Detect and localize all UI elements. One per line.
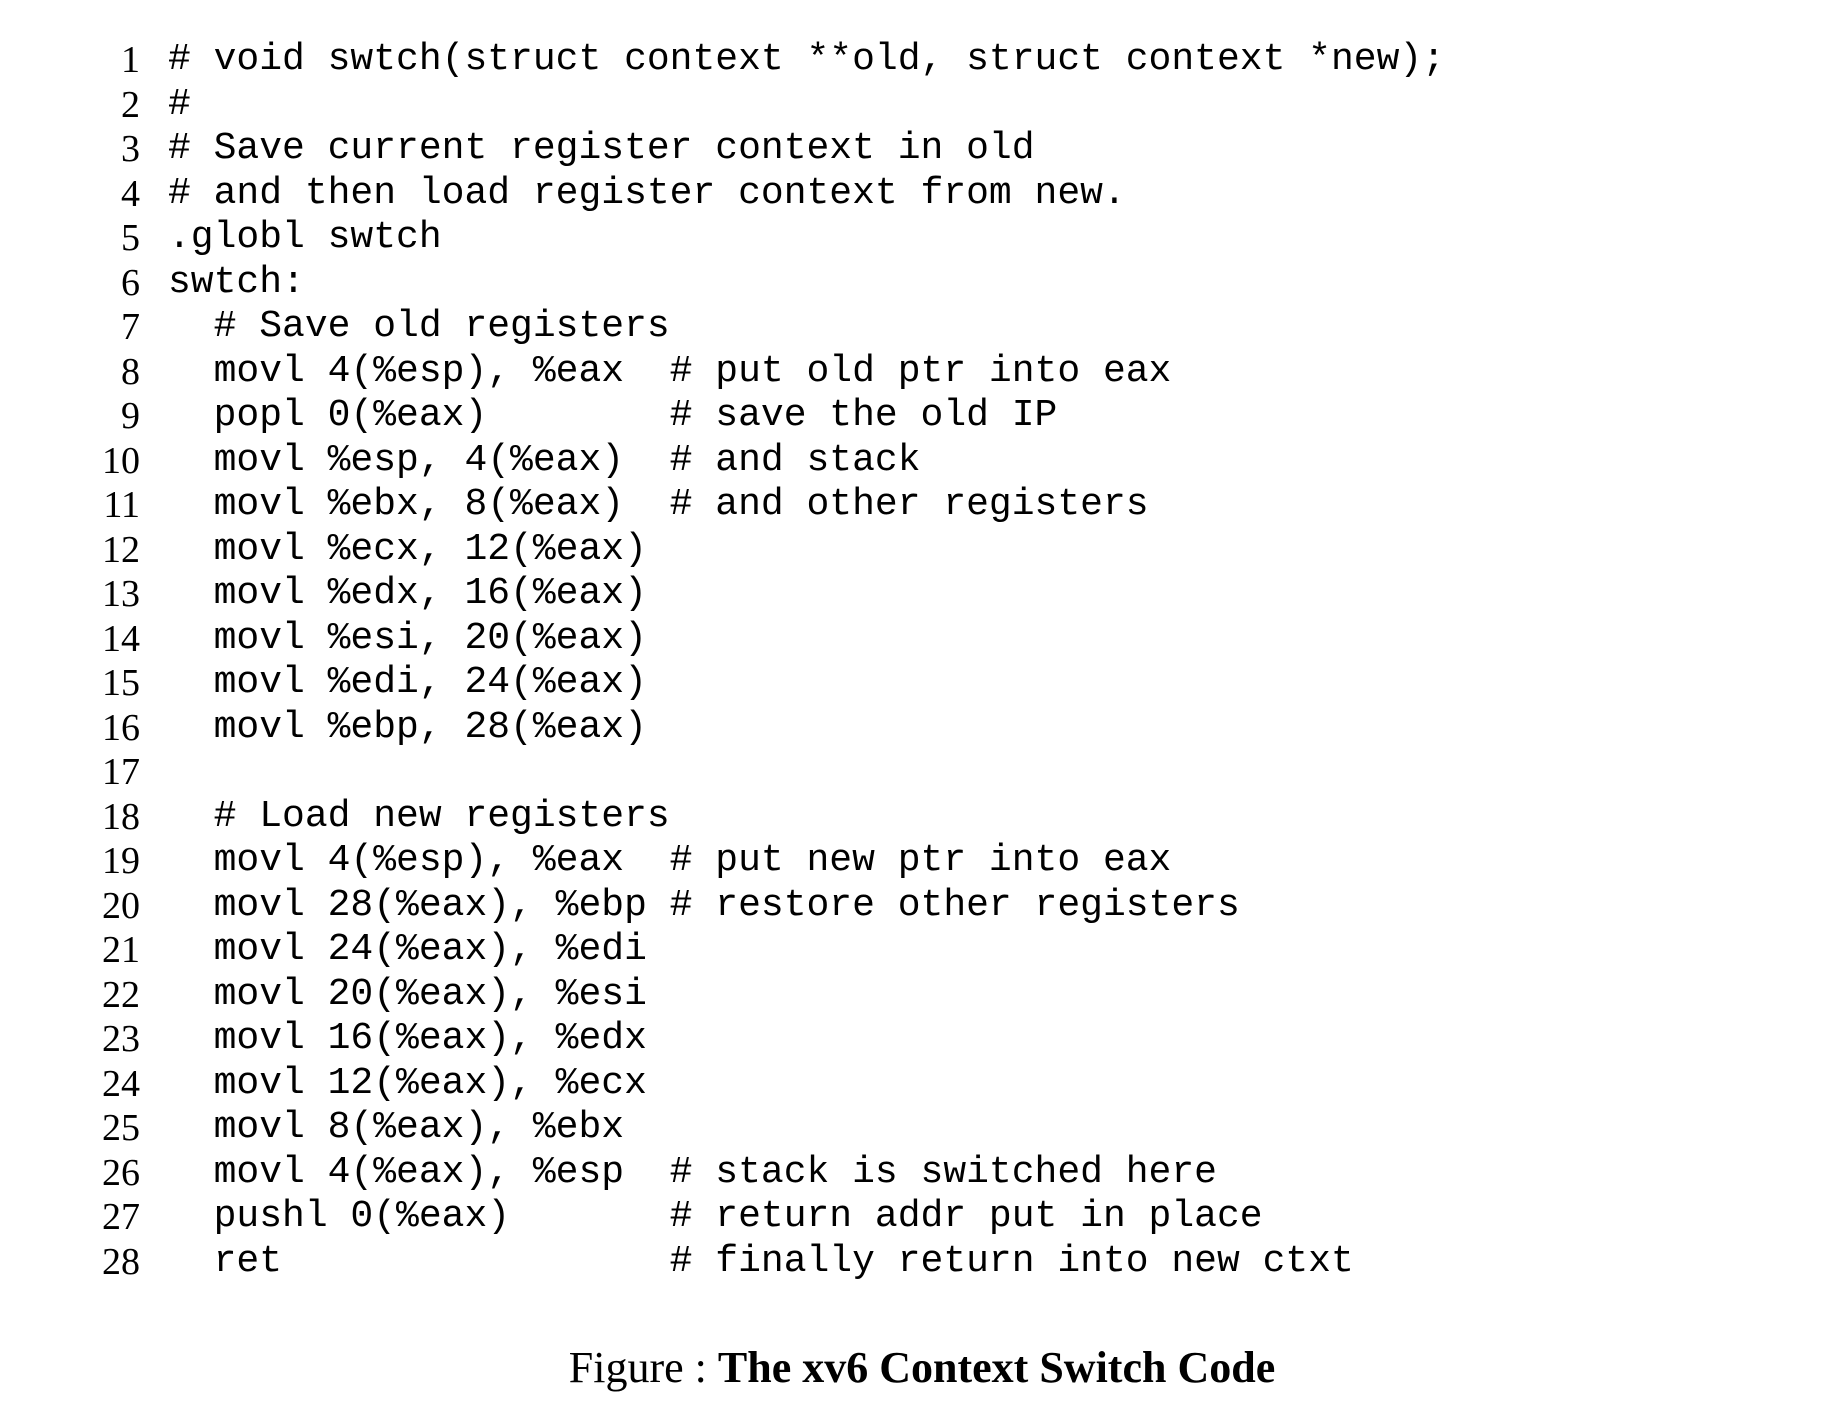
- page: 1 # void swtch(struct context **old, stru…: [0, 0, 1844, 1426]
- code-line: movl %ebp, 28(%eax): [168, 706, 1794, 751]
- code-line: #: [168, 83, 1794, 128]
- code-line: movl %esp, 4(%eax) # and stack: [168, 439, 1794, 484]
- line-number: 22: [50, 973, 140, 1018]
- line-number: 27: [50, 1195, 140, 1240]
- line-number: 8: [50, 350, 140, 395]
- line-number: 3: [50, 127, 140, 172]
- code-listing: 1 # void swtch(struct context **old, stru…: [50, 38, 1794, 1284]
- line-number: 13: [50, 572, 140, 617]
- code-line: movl %esi, 20(%eax): [168, 617, 1794, 662]
- figure-label: Figure: [569, 1343, 695, 1392]
- code-line: movl 4(%esp), %eax # put old ptr into ea…: [168, 350, 1794, 395]
- figure-caption: Figure : The xv6 Context Switch Code: [50, 1342, 1794, 1393]
- line-number: 14: [50, 617, 140, 662]
- code-line: pushl 0(%eax) # return addr put in place: [168, 1195, 1794, 1240]
- code-line: [168, 750, 1794, 795]
- code-line: # Load new registers: [168, 795, 1794, 840]
- code-line: ret # finally return into new ctxt: [168, 1240, 1794, 1285]
- code-line: # and then load register context from ne…: [168, 172, 1794, 217]
- line-number: 12: [50, 528, 140, 573]
- line-number: 4: [50, 172, 140, 217]
- code-line: movl 16(%eax), %edx: [168, 1017, 1794, 1062]
- line-number: 16: [50, 706, 140, 751]
- code-line: swtch:: [168, 261, 1794, 306]
- code-line: movl 4(%eax), %esp # stack is switched h…: [168, 1151, 1794, 1196]
- line-number: 7: [50, 305, 140, 350]
- line-number: 20: [50, 884, 140, 929]
- line-number: 2: [50, 83, 140, 128]
- code-line: movl %edx, 16(%eax): [168, 572, 1794, 617]
- line-number: 18: [50, 795, 140, 840]
- caption-separator: :: [695, 1343, 718, 1392]
- figure-title: The xv6 Context Switch Code: [718, 1343, 1275, 1392]
- code-line: # void swtch(struct context **old, struc…: [168, 38, 1794, 83]
- line-number: 6: [50, 261, 140, 306]
- code-line: movl %ebx, 8(%eax) # and other registers: [168, 483, 1794, 528]
- line-number: 26: [50, 1151, 140, 1196]
- line-number: 5: [50, 216, 140, 261]
- code-line: movl %ecx, 12(%eax): [168, 528, 1794, 573]
- code-line: movl 28(%eax), %ebp # restore other regi…: [168, 884, 1794, 929]
- line-number: 17: [50, 750, 140, 795]
- line-number: 11: [50, 483, 140, 528]
- line-number: 1: [50, 38, 140, 83]
- line-number: 19: [50, 839, 140, 884]
- line-number: 9: [50, 394, 140, 439]
- code-line: movl 20(%eax), %esi: [168, 973, 1794, 1018]
- line-number: 21: [50, 928, 140, 973]
- line-number: 15: [50, 661, 140, 706]
- line-number: 28: [50, 1240, 140, 1285]
- line-number: 24: [50, 1062, 140, 1107]
- code-line: .globl swtch: [168, 216, 1794, 261]
- code-line: popl 0(%eax) # save the old IP: [168, 394, 1794, 439]
- line-number: 10: [50, 439, 140, 484]
- code-line: movl %edi, 24(%eax): [168, 661, 1794, 706]
- code-line: # Save current register context in old: [168, 127, 1794, 172]
- line-number: 25: [50, 1106, 140, 1151]
- code-line: movl 8(%eax), %ebx: [168, 1106, 1794, 1151]
- line-number: 23: [50, 1017, 140, 1062]
- code-line: movl 4(%esp), %eax # put new ptr into ea…: [168, 839, 1794, 884]
- figure-prefix: Figure: [569, 1343, 684, 1392]
- code-line: movl 24(%eax), %edi: [168, 928, 1794, 973]
- code-line: # Save old registers: [168, 305, 1794, 350]
- code-line: movl 12(%eax), %ecx: [168, 1062, 1794, 1107]
